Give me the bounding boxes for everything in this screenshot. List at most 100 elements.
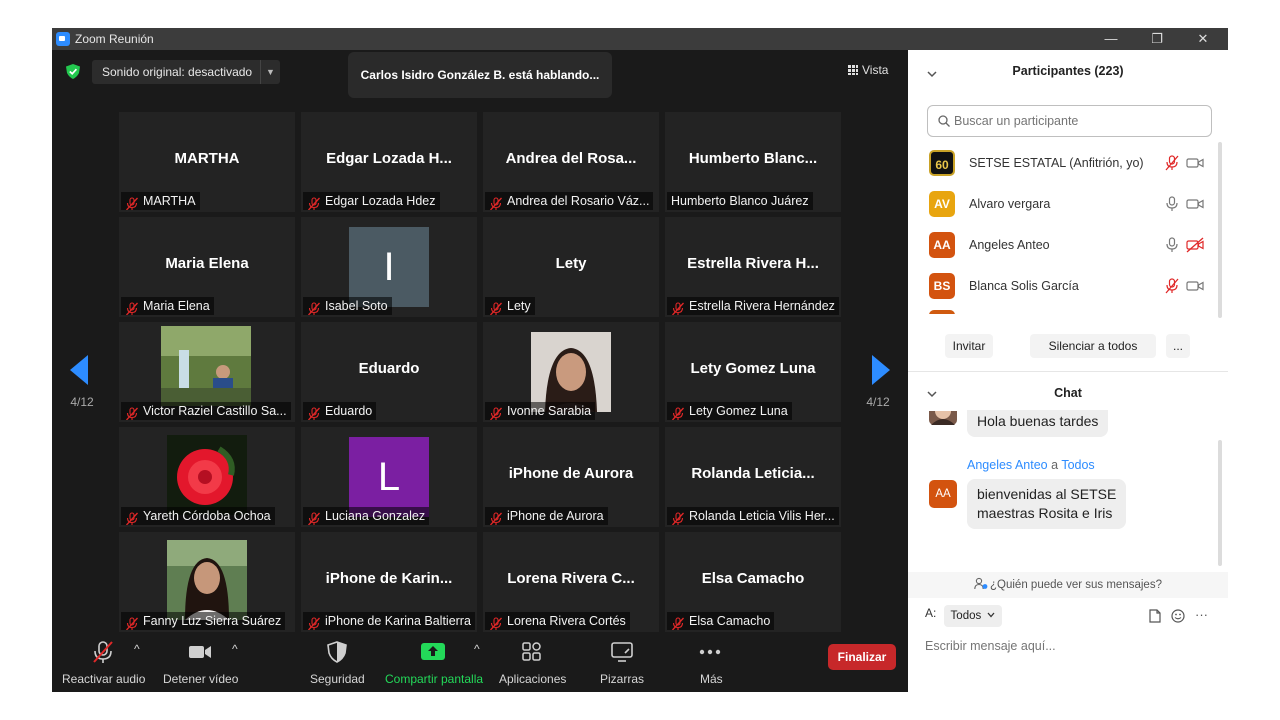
participant-video-tile[interactable]: I Isabel Soto bbox=[301, 217, 477, 317]
participants-more-button[interactable]: ... bbox=[1166, 334, 1190, 358]
stop-video-button[interactable]: Detener vídeo bbox=[160, 632, 240, 692]
muted-microphone-icon[interactable] bbox=[1164, 155, 1180, 171]
who-can-see-messages-link[interactable]: ¿Quién puede ver sus mensajes? bbox=[908, 572, 1228, 598]
file-attach-icon[interactable] bbox=[1149, 609, 1161, 623]
muted-microphone-icon bbox=[307, 615, 321, 630]
minimize-button[interactable]: — bbox=[1088, 28, 1134, 50]
participant-video-tile[interactable]: Lety Gomez Luna Lety Gomez Luna bbox=[665, 322, 841, 422]
participant-video-tile[interactable]: Victor Raziel Castillo Sa... bbox=[119, 322, 295, 422]
participant-display-name: Estrella Rivera H... bbox=[687, 255, 819, 272]
encryption-shield-icon[interactable] bbox=[66, 64, 80, 79]
participant-video-tile[interactable]: Rolanda Leticia... Rolanda Leticia Vilis … bbox=[665, 427, 841, 527]
more-button[interactable]: Más bbox=[680, 632, 740, 692]
participant-name-label: Humberto Blanco Juárez bbox=[667, 192, 813, 210]
participant-row[interactable]: AV Alvaro vergara bbox=[908, 183, 1218, 224]
participant-row[interactable]: BS Blanca Solis García bbox=[908, 265, 1218, 306]
participant-video-tile[interactable]: iPhone de Aurora iPhone de Aurora bbox=[483, 427, 659, 527]
participant-display-name: Eduardo bbox=[358, 360, 420, 377]
video-camera-icon bbox=[189, 646, 211, 658]
share-options-chevron-up-icon[interactable]: ^ bbox=[474, 642, 480, 656]
chat-message-bubble: bienvenidas al SETSE maestras Rosita e I… bbox=[967, 479, 1127, 529]
participant-display-name: Rolanda Leticia... bbox=[691, 465, 815, 482]
side-panel: Participantes (223) 60 SETSE ESTATAL (An… bbox=[908, 50, 1228, 692]
participant-video-tile[interactable]: Lety Lety bbox=[483, 217, 659, 317]
participant-name-text: Luciana Gonzalez bbox=[325, 509, 426, 523]
chat-title: Chat bbox=[1054, 386, 1082, 400]
grid-view-icon bbox=[848, 65, 858, 75]
chat-message-line: bienvenidas al SETSE bbox=[977, 486, 1117, 502]
unmute-audio-button[interactable]: Reactivar audio bbox=[60, 632, 148, 692]
participant-name-label: Lety Gomez Luna bbox=[667, 402, 792, 420]
participants-scrollbar[interactable] bbox=[1218, 142, 1222, 318]
chat-message-input[interactable] bbox=[925, 636, 1215, 656]
video-off-icon[interactable] bbox=[1186, 237, 1204, 253]
video-options-chevron-up-icon[interactable]: ^ bbox=[232, 642, 238, 656]
microphone-icon[interactable] bbox=[1164, 196, 1180, 212]
participant-row[interactable]: 60 SETSE ESTATAL (Anfitrión, yo) bbox=[908, 142, 1218, 183]
end-meeting-button[interactable]: Finalizar bbox=[828, 644, 896, 670]
apps-label: Aplicaciones bbox=[499, 672, 567, 686]
participant-video-tile[interactable]: L Luciana Gonzalez bbox=[301, 427, 477, 527]
participant-name-label: Estrella Rivera Hernández bbox=[667, 297, 839, 315]
microphone-icon[interactable] bbox=[1164, 237, 1180, 253]
original-sound-toggle[interactable]: Sonido original: desactivado ▼ bbox=[92, 60, 280, 84]
recipient-select[interactable]: Todos bbox=[944, 605, 1002, 627]
participant-video-tile[interactable]: Estrella Rivera H... Estrella Rivera Hern… bbox=[665, 217, 841, 317]
participant-video-tile[interactable]: MARTHA MARTHA bbox=[119, 112, 295, 212]
participant-row[interactable]: AA Angeles Anteo bbox=[908, 224, 1218, 265]
participant-video-tile[interactable]: Edgar Lozada H... Edgar Lozada Hdez bbox=[301, 112, 477, 212]
audio-options-chevron-up-icon[interactable]: ^ bbox=[134, 642, 140, 656]
participant-video-tile[interactable]: Yareth Córdoba Ochoa bbox=[119, 427, 295, 527]
participant-video-tile[interactable]: Elsa Camacho Elsa Camacho bbox=[665, 532, 841, 632]
restore-button[interactable]: ❐ bbox=[1134, 28, 1180, 50]
participant-search[interactable] bbox=[927, 105, 1212, 137]
participant-avatar bbox=[929, 310, 955, 314]
participant-video-tile[interactable]: Lorena Rivera C... Lorena Rivera Cortés bbox=[483, 532, 659, 632]
invite-button[interactable]: Invitar bbox=[945, 334, 993, 358]
chat-to-word: a bbox=[1051, 458, 1059, 472]
view-label: Vista bbox=[862, 63, 889, 77]
original-sound-label: Sonido original: desactivado bbox=[102, 65, 253, 79]
participant-video-tile[interactable]: Andrea del Rosa... Andrea del Rosario Váz… bbox=[483, 112, 659, 212]
participant-search-input[interactable] bbox=[954, 112, 1204, 130]
share-screen-button[interactable]: Compartir pantalla bbox=[382, 632, 486, 692]
next-page-arrow-icon[interactable] bbox=[870, 355, 890, 385]
whiteboards-button[interactable]: Pizarras bbox=[592, 632, 652, 692]
participant-display-name: Lety Gomez Luna bbox=[690, 360, 816, 377]
participant-video-tile[interactable]: Maria Elena Maria Elena bbox=[119, 217, 295, 317]
share-screen-label: Compartir pantalla bbox=[385, 672, 484, 686]
participant-video-tile[interactable]: iPhone de Karin... iPhone de Karina Balti… bbox=[301, 532, 477, 632]
page-indicator-right: 4/12 bbox=[866, 395, 890, 409]
video-camera-icon[interactable] bbox=[1186, 278, 1204, 294]
participant-name-text: iPhone de Aurora bbox=[507, 509, 604, 523]
apps-button[interactable]: Aplicaciones bbox=[496, 632, 568, 692]
recipient-label: A: bbox=[925, 606, 937, 620]
mute-all-button[interactable]: Silenciar a todos bbox=[1030, 334, 1156, 358]
video-camera-icon[interactable] bbox=[1186, 155, 1204, 171]
participant-name-text: Lety bbox=[507, 299, 531, 313]
participant-video-tile[interactable]: Eduardo Eduardo bbox=[301, 322, 477, 422]
video-camera-icon[interactable] bbox=[1186, 196, 1204, 212]
unmute-audio-label: Reactivar audio bbox=[62, 672, 146, 686]
muted-microphone-icon bbox=[489, 405, 503, 420]
security-button[interactable]: Seguridad bbox=[306, 632, 368, 692]
participant-display-name: Maria Elena bbox=[165, 255, 249, 272]
previous-page-arrow-icon[interactable] bbox=[70, 355, 90, 385]
muted-microphone-icon[interactable] bbox=[1164, 278, 1180, 294]
participant-video-tile[interactable]: Humberto Blanc... Humberto Blanco Juárez bbox=[665, 112, 841, 212]
participant-display-name: iPhone de Karin... bbox=[325, 570, 453, 587]
participant-display-name: Lorena Rivera C... bbox=[507, 570, 635, 587]
chat-more-options-icon[interactable]: ··· bbox=[1195, 607, 1208, 622]
emoji-icon[interactable] bbox=[1171, 609, 1185, 623]
participant-video-tile[interactable]: Fanny Luz Sierra Suárez bbox=[119, 532, 295, 632]
muted-microphone-icon bbox=[671, 300, 685, 315]
participant-name-text: Edgar Lozada Hdez bbox=[325, 194, 436, 208]
chat-scrollbar[interactable] bbox=[1218, 440, 1222, 566]
search-icon bbox=[938, 115, 950, 127]
chevron-down-icon[interactable]: ▼ bbox=[260, 60, 280, 84]
participant-video-tile[interactable]: Ivonne Sarabia bbox=[483, 322, 659, 422]
participant-list: 60 SETSE ESTATAL (Anfitrión, yo) AV Alva… bbox=[908, 142, 1218, 314]
view-button[interactable]: Vista bbox=[848, 60, 898, 80]
close-window-button[interactable]: ✕ bbox=[1180, 28, 1226, 50]
chat-message-header: Angeles Anteo a Todos bbox=[967, 458, 1095, 472]
